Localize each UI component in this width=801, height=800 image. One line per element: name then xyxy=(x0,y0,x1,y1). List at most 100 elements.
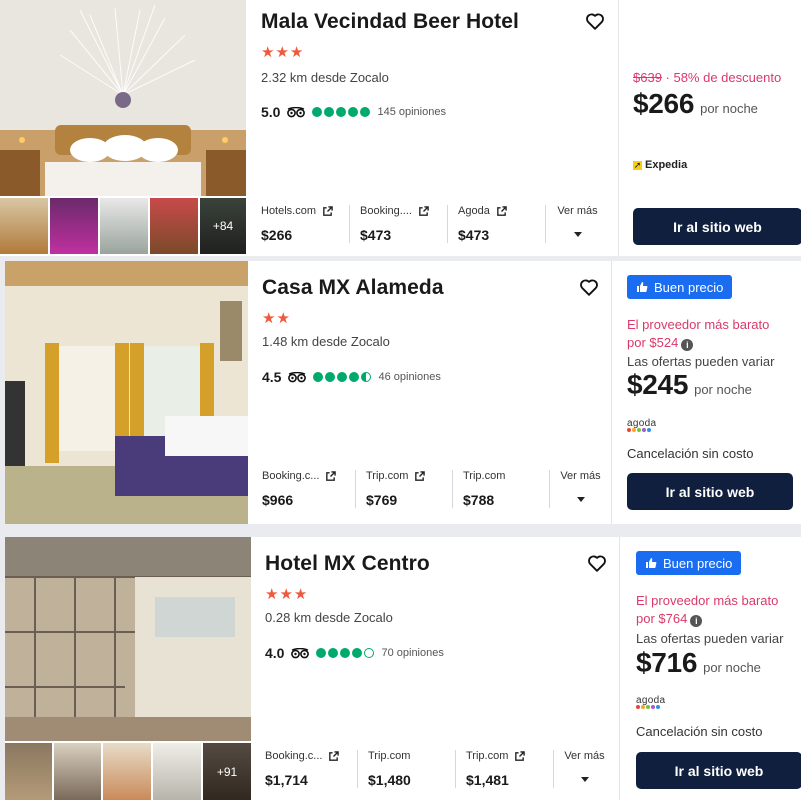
price-amount: $245 xyxy=(627,369,689,400)
review-count: 46 opiniones xyxy=(378,371,441,383)
provider-amount: $473 xyxy=(360,227,392,243)
see-more-label: Ver más xyxy=(560,470,601,482)
provider-price[interactable]: Booking.... $473 xyxy=(349,205,447,243)
hotel-name[interactable]: Casa MX Alameda xyxy=(262,276,444,300)
provider-logo: agoda xyxy=(636,695,665,709)
price-panel: Buen precio El proveedor más barato por … xyxy=(611,261,801,524)
provider-name: Trip.com xyxy=(466,750,509,762)
provider-prices: Booking.c... $1,714 Trip.com $1,480 Trip… xyxy=(265,750,613,788)
rating-bubbles xyxy=(316,648,375,658)
cheapest-provider-note: El proveedor más barato por $524 i xyxy=(627,316,769,352)
thumbnail-more[interactable]: +91 xyxy=(203,743,251,800)
hotel-card: +91 Hotel MX Centro ★★★ 0.28 km desde Zo… xyxy=(5,537,801,800)
rating-bubbles xyxy=(312,107,371,117)
thumbnail[interactable] xyxy=(150,198,198,254)
provider-amount: $1,480 xyxy=(368,772,411,788)
offers-vary-note: Las ofertas pueden variar xyxy=(636,631,784,646)
provider-amount: $1,714 xyxy=(265,772,308,788)
hotel-name[interactable]: Hotel MX Centro xyxy=(265,552,430,576)
provider-amount: $788 xyxy=(463,492,495,508)
provider-price[interactable]: Agoda $473 xyxy=(447,205,545,243)
hotel-name[interactable]: Mala Vecindad Beer Hotel xyxy=(261,10,519,34)
rating-bubble xyxy=(312,107,323,117)
hotel-photo[interactable] xyxy=(0,0,246,196)
provider-price[interactable]: Trip.com $788 xyxy=(452,470,549,508)
cheapest-line-1: El proveedor más barato xyxy=(627,317,770,332)
see-more-button[interactable]: Ver más xyxy=(553,750,613,788)
provider-price[interactable]: Trip.com $1,480 xyxy=(357,750,455,788)
external-link-icon xyxy=(496,205,507,216)
provider-amount: $769 xyxy=(366,492,398,508)
provider-amount: $966 xyxy=(262,492,294,508)
go-to-site-button[interactable]: Ir al sitio web xyxy=(636,752,801,789)
provider-name: Trip.com xyxy=(368,750,411,762)
thumbnail[interactable] xyxy=(153,743,201,800)
star-rating: ★★★ xyxy=(265,586,309,603)
provider-price[interactable]: Booking.c... $966 xyxy=(262,470,355,508)
provider-price[interactable]: Hotels.com $266 xyxy=(261,205,349,243)
provider-name: Agoda xyxy=(458,205,490,217)
provider-amount: $1,481 xyxy=(466,772,509,788)
review-rating[interactable]: 5.0 145 opiniones xyxy=(261,104,446,120)
info-icon[interactable]: i xyxy=(690,615,703,627)
provider-price[interactable]: Trip.com $1,481 xyxy=(455,750,553,788)
rating-bubble xyxy=(360,107,371,117)
go-to-site-button[interactable]: Ir al sitio web xyxy=(627,473,793,510)
provider-name: Booking.c... xyxy=(262,470,320,482)
offers-vary-note: Las ofertas pueden variar xyxy=(627,354,775,369)
rating-bubble-empty xyxy=(364,648,375,658)
rating-bubble xyxy=(328,648,339,658)
review-rating[interactable]: 4.0 70 opiniones xyxy=(265,645,444,661)
hotel-photo[interactable] xyxy=(5,261,248,524)
rating-bubble xyxy=(340,648,351,658)
price-panel: Buen precio El proveedor más barato por … xyxy=(619,537,801,800)
external-link-icon xyxy=(419,205,429,216)
rating-score: 4.0 xyxy=(265,645,285,661)
badge-label: Buen precio xyxy=(654,279,724,295)
provider-price[interactable]: Trip.com $769 xyxy=(355,470,452,508)
thumbnail[interactable] xyxy=(5,743,52,800)
star-rating: ★★★ xyxy=(261,44,305,61)
distance: 1.48 km desde Zocalo xyxy=(262,334,390,349)
go-to-site-button[interactable]: Ir al sitio web xyxy=(633,208,801,245)
rating-bubbles xyxy=(313,372,372,382)
thumbs-up-icon xyxy=(637,282,648,292)
hotel-photo[interactable] xyxy=(5,537,251,741)
distance: 0.28 km desde Zocalo xyxy=(265,610,393,625)
review-rating[interactable]: 4.5 46 opiniones xyxy=(262,369,441,385)
thumbnail[interactable] xyxy=(54,743,101,800)
price-unit: por noche xyxy=(703,660,761,675)
chevron-down-icon xyxy=(573,232,582,237)
hotel-card: +84 Mala Vecindad Beer Hotel ★★★ 2.32 km… xyxy=(0,0,801,256)
heart-icon[interactable] xyxy=(586,552,608,574)
more-photos-count: +84 xyxy=(200,198,246,254)
thumbnail[interactable] xyxy=(103,743,151,800)
cheapest-line-2: por $524 xyxy=(627,335,679,350)
heart-icon[interactable] xyxy=(578,276,600,298)
rating-bubble xyxy=(352,648,363,658)
info-icon[interactable]: i xyxy=(681,339,694,351)
external-link-icon xyxy=(323,205,333,216)
thumbnail-strip: +84 xyxy=(0,198,246,254)
heart-icon[interactable] xyxy=(584,10,606,32)
nightly-price: $245 por noche xyxy=(627,369,752,401)
provider-amount: $266 xyxy=(261,227,293,243)
hotel-info: Casa MX Alameda ★★ 1.48 km desde Zocalo … xyxy=(248,261,611,524)
provider-price[interactable]: Booking.c... $1,714 xyxy=(265,750,357,788)
price-amount: $266 xyxy=(633,88,695,119)
thumbnail[interactable] xyxy=(100,198,148,254)
see-more-button[interactable]: Ver más xyxy=(545,205,607,243)
free-cancellation: Cancelación sin costo xyxy=(636,724,763,739)
thumbnail-more[interactable]: +84 xyxy=(200,198,246,254)
provider-logo: ➚ Expedia xyxy=(633,159,687,171)
provider-name: Trip.com xyxy=(463,470,506,482)
rating-bubble xyxy=(336,107,347,117)
provider-logo-text: agoda xyxy=(627,418,657,429)
provider-name: Booking.... xyxy=(360,205,412,217)
badge-label: Buen precio xyxy=(663,555,733,571)
provider-name: Hotels.com xyxy=(261,205,317,217)
thumbnail[interactable] xyxy=(0,198,48,254)
thumbnail[interactable] xyxy=(50,198,98,254)
rating-bubble xyxy=(313,372,324,382)
see-more-button[interactable]: Ver más xyxy=(549,470,609,508)
